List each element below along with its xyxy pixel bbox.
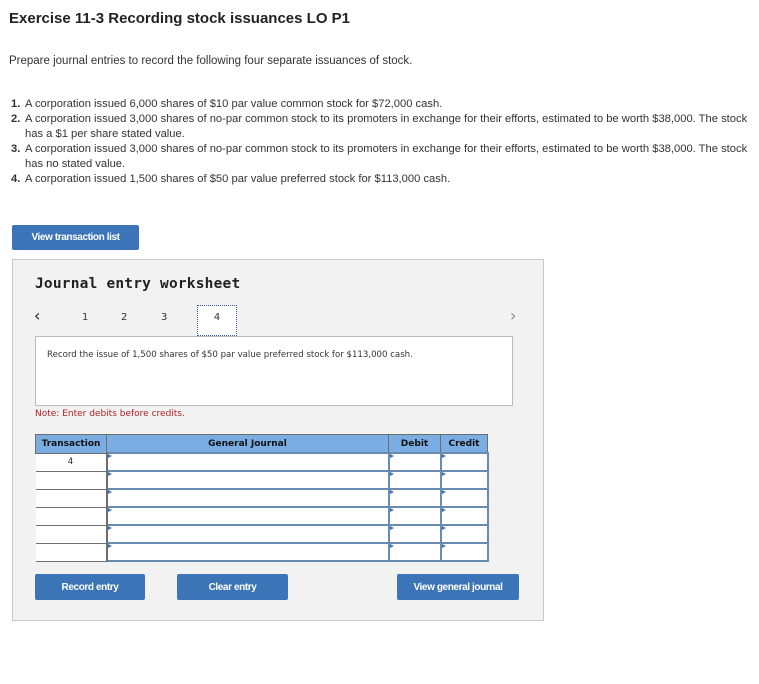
credit-cell[interactable]: [439, 452, 489, 472]
view-transaction-list-button[interactable]: View transaction list: [12, 225, 139, 250]
transaction-cell: 4: [35, 453, 108, 472]
account-cell[interactable]: [105, 524, 390, 544]
account-input[interactable]: [107, 526, 388, 542]
credit-input[interactable]: [441, 454, 487, 470]
debit-input[interactable]: [389, 526, 440, 542]
account-input[interactable]: [107, 490, 388, 506]
transaction-list: 1. A corporation issued 6,000 shares of $…: [11, 97, 751, 187]
account-cell[interactable]: [105, 488, 390, 508]
transaction-item: 3. A corporation issued 3,000 shares of n…: [11, 142, 751, 172]
transaction-item: 1. A corporation issued 6,000 shares of $…: [11, 97, 751, 112]
debit-input[interactable]: [389, 454, 440, 470]
transaction-cell: [35, 543, 108, 562]
table-row: [35, 470, 489, 490]
record-entry-button[interactable]: Record entry: [35, 574, 145, 600]
chevron-left-icon[interactable]: ‹: [34, 306, 40, 325]
item-text: A corporation issued 3,000 shares of no-…: [25, 113, 748, 140]
account-input[interactable]: [107, 472, 388, 488]
item-text: A corporation issued 1,500 shares of $50…: [25, 173, 451, 185]
item-text: A corporation issued 3,000 shares of no-…: [25, 143, 748, 170]
transaction-prompt: Record the issue of 1,500 shares of $50 …: [47, 350, 413, 360]
account-cell[interactable]: [105, 506, 390, 526]
table-row: 4: [35, 452, 489, 472]
transaction-cell: [35, 525, 108, 544]
table-row: [35, 524, 489, 544]
credit-input[interactable]: [441, 544, 487, 560]
credit-cell[interactable]: [439, 506, 489, 526]
table-row: [35, 506, 489, 526]
credit-cell[interactable]: [439, 524, 489, 544]
page-title: Exercise 11-3 Recording stock issuances …: [9, 10, 351, 27]
item-number: 3.: [11, 143, 21, 155]
item-number: 1.: [11, 98, 21, 110]
column-header-debit: Debit: [388, 434, 441, 454]
chevron-right-icon[interactable]: ›: [510, 306, 516, 325]
debit-input[interactable]: [389, 472, 440, 488]
transaction-cell: [35, 489, 108, 508]
debit-cell[interactable]: [387, 488, 442, 508]
account-cell[interactable]: [105, 542, 390, 562]
debit-cell[interactable]: [387, 470, 442, 490]
table-row: [35, 488, 489, 508]
transaction-cell: [35, 471, 108, 490]
tab-4[interactable]: 4: [197, 305, 237, 336]
journal-table: Transaction General Journal Debit Credit…: [35, 434, 489, 562]
account-cell[interactable]: [105, 452, 390, 472]
table-header-row: Transaction General Journal Debit Credit: [35, 434, 488, 454]
debit-input[interactable]: [389, 508, 440, 524]
credit-input[interactable]: [441, 508, 487, 524]
item-number: 4.: [11, 173, 21, 185]
credit-input[interactable]: [441, 490, 487, 506]
tab-1[interactable]: 1: [82, 312, 88, 323]
account-cell[interactable]: [105, 470, 390, 490]
item-number: 2.: [11, 113, 21, 125]
debit-cell[interactable]: [387, 452, 442, 472]
instructions: Prepare journal entries to record the fo…: [9, 55, 413, 67]
journal-entry-worksheet: Journal entry worksheet ‹ 1 2 3 4 › Reco…: [12, 259, 544, 621]
worksheet-title: Journal entry worksheet: [35, 276, 241, 292]
transaction-prompt-box: Record the issue of 1,500 shares of $50 …: [35, 336, 513, 406]
view-general-journal-button[interactable]: View general journal: [397, 574, 519, 600]
tab-3[interactable]: 3: [161, 312, 167, 323]
debit-cell[interactable]: [387, 542, 442, 562]
transaction-cell: [35, 507, 108, 526]
credit-cell[interactable]: [439, 488, 489, 508]
debit-input[interactable]: [389, 490, 440, 506]
transaction-item: 2. A corporation issued 3,000 shares of n…: [11, 112, 751, 142]
debit-credit-note: Note: Enter debits before credits.: [35, 409, 185, 419]
credit-cell[interactable]: [439, 542, 489, 562]
debit-input[interactable]: [389, 544, 440, 560]
account-input[interactable]: [107, 544, 388, 560]
account-input[interactable]: [107, 454, 388, 470]
table-row: [35, 542, 489, 562]
credit-input[interactable]: [441, 472, 487, 488]
transaction-item: 4. A corporation issued 1,500 shares of $…: [11, 172, 751, 187]
clear-entry-button[interactable]: Clear entry: [177, 574, 288, 600]
account-input[interactable]: [107, 508, 388, 524]
column-header-transaction: Transaction: [35, 434, 107, 454]
column-header-general-journal: General Journal: [106, 434, 389, 454]
column-header-credit: Credit: [440, 434, 488, 454]
debit-cell[interactable]: [387, 506, 442, 526]
credit-input[interactable]: [441, 526, 487, 542]
credit-cell[interactable]: [439, 470, 489, 490]
tab-2[interactable]: 2: [121, 312, 127, 323]
item-text: A corporation issued 6,000 shares of $10…: [25, 98, 443, 110]
debit-cell[interactable]: [387, 524, 442, 544]
